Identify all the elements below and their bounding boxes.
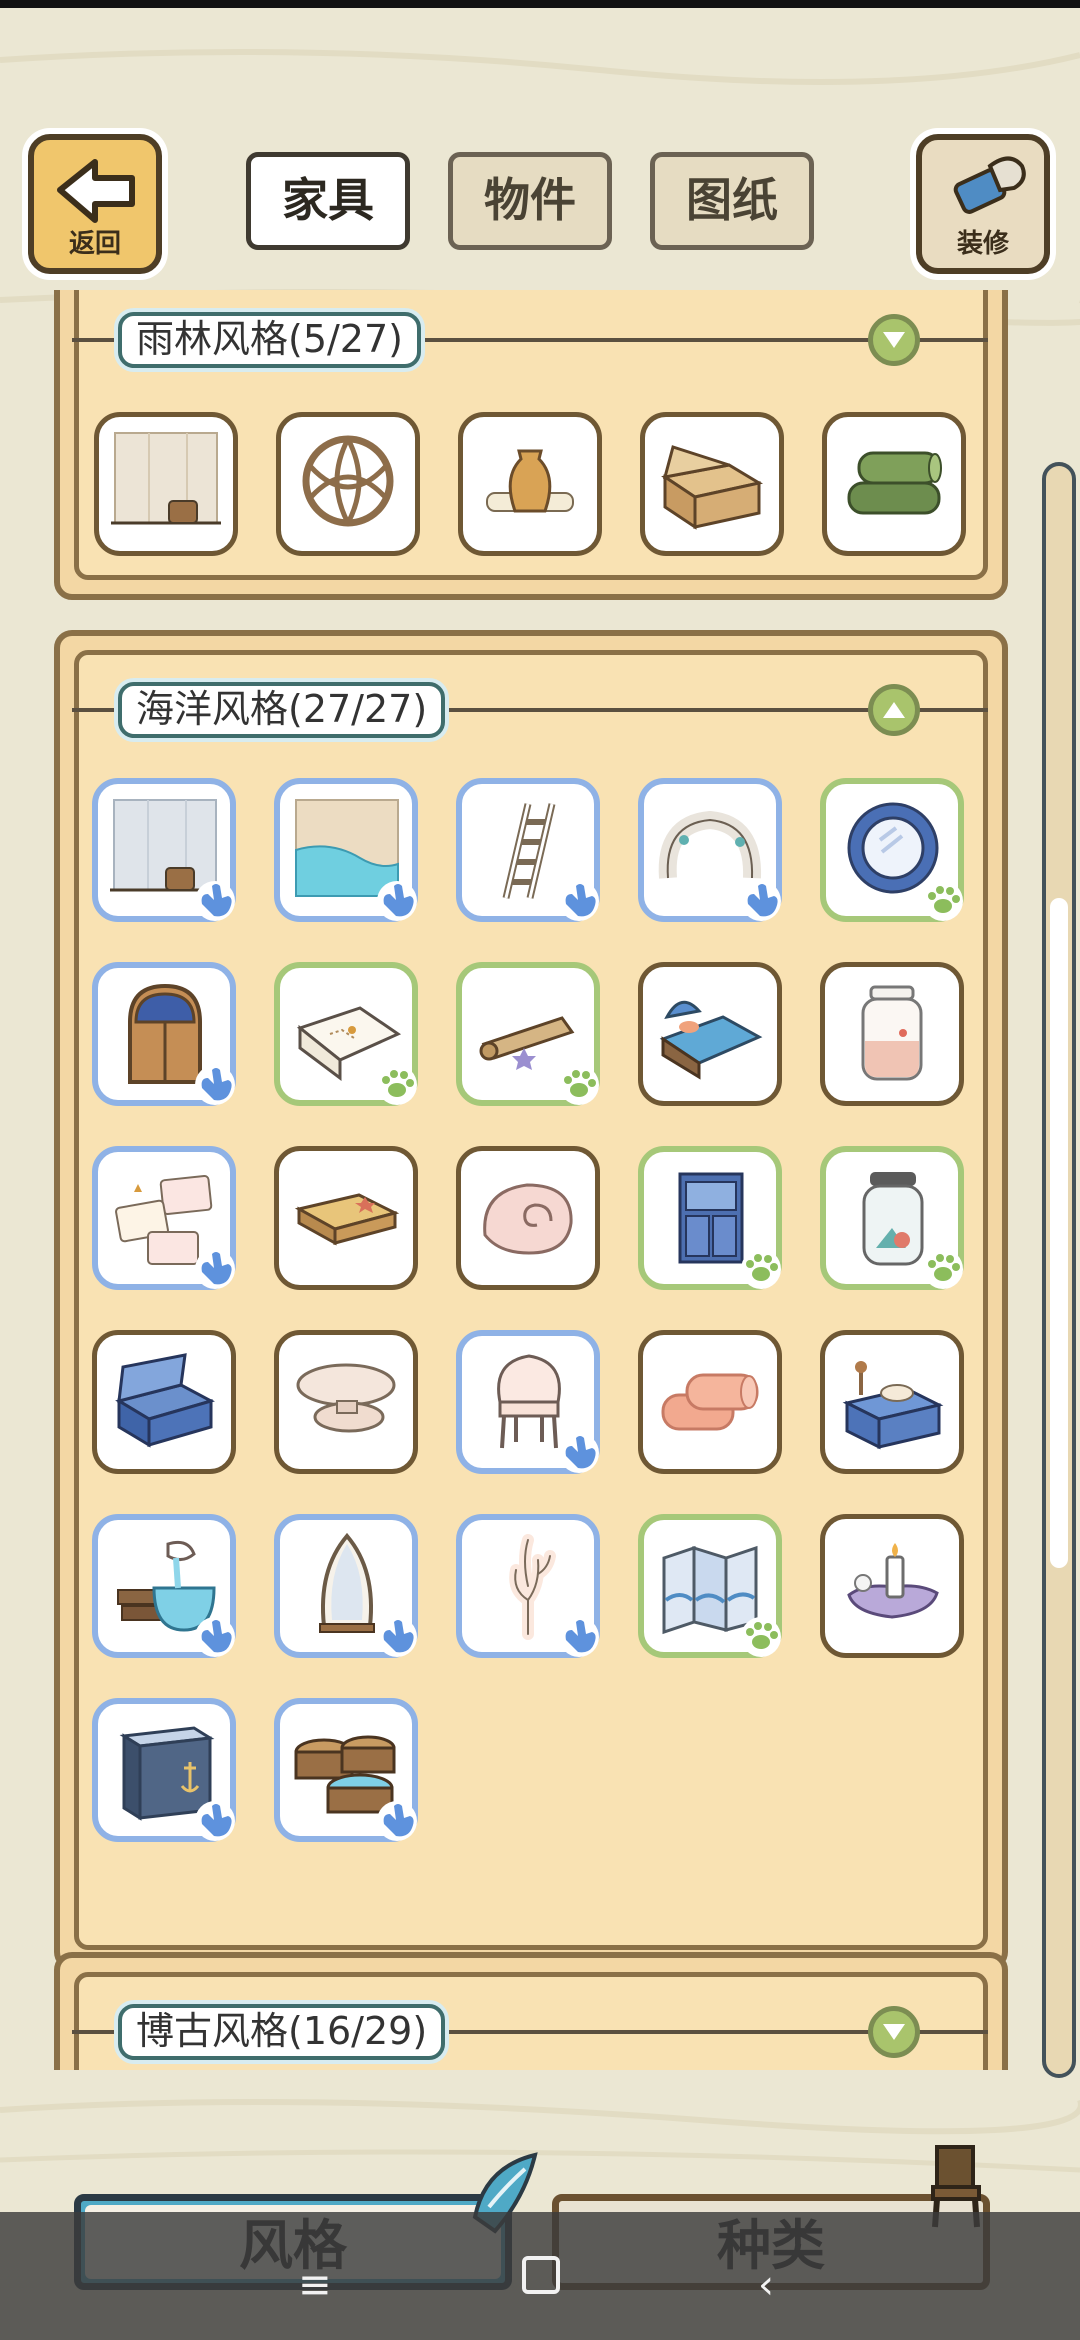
ocean-item-17[interactable] xyxy=(274,1330,418,1474)
decorate-label: 装修 xyxy=(956,229,1009,259)
tab-furniture[interactable]: 家具 xyxy=(246,152,410,250)
ocean-collapse-toggle[interactable] xyxy=(868,684,920,736)
ocean-item-23[interactable] xyxy=(456,1514,600,1658)
hand-pointer-icon xyxy=(195,1065,235,1105)
woven-ball-icon xyxy=(302,435,394,527)
hand-pointer-icon xyxy=(377,1801,417,1841)
ocean-item-22[interactable] xyxy=(274,1514,418,1658)
ocean-item-12[interactable] xyxy=(274,1146,418,1290)
scrollbar-thumb[interactable] xyxy=(1050,898,1068,1568)
antique-title: 博古风格(16/29) xyxy=(118,2004,446,2060)
ocean-item-7[interactable] xyxy=(274,962,418,1106)
ocean-item-15[interactable] xyxy=(820,1146,964,1290)
rainforest-item-3[interactable] xyxy=(458,412,602,556)
hand-pointer-icon xyxy=(559,881,599,921)
ocean-item-18[interactable] xyxy=(456,1330,600,1474)
rolled-towels-icon xyxy=(661,1373,759,1431)
ocean-item-10[interactable] xyxy=(820,962,964,1106)
ocean-item-21[interactable] xyxy=(92,1514,236,1658)
ocean-item-25[interactable] xyxy=(820,1514,964,1658)
tab-blueprints[interactable]: 图纸 xyxy=(650,152,814,250)
ocean-item-11[interactable] xyxy=(92,1146,236,1290)
status-bar xyxy=(0,0,1080,8)
rainforest-item-1[interactable] xyxy=(94,412,238,556)
ocean-title: 海洋风格(27/27) xyxy=(118,682,446,738)
nautilus-shell-icon xyxy=(483,1183,573,1255)
ocean-item-24[interactable] xyxy=(638,1514,782,1658)
ocean-item-6[interactable] xyxy=(92,962,236,1106)
back-button[interactable]: 返回 xyxy=(28,134,162,274)
ocean-item-8[interactable] xyxy=(456,962,600,1106)
ocean-item-1[interactable] xyxy=(92,778,236,922)
ocean-item-20[interactable] xyxy=(820,1330,964,1474)
chevron-up-icon xyxy=(883,702,905,718)
paw-print-icon xyxy=(559,1065,599,1105)
hand-pointer-icon xyxy=(559,1433,599,1473)
back-nav-icon[interactable]: ‹ xyxy=(758,2262,774,2308)
antique-expand-toggle[interactable] xyxy=(868,2006,920,2058)
low-table-icon xyxy=(294,1193,400,1246)
ocean-item-26[interactable] xyxy=(92,1698,236,1842)
ocean-item-13[interactable] xyxy=(456,1146,600,1290)
sand-jar-icon xyxy=(861,985,923,1081)
shell-bed-icon xyxy=(659,1000,763,1080)
chevron-down-icon xyxy=(883,2024,905,2040)
candle-shell-icon xyxy=(847,1543,939,1619)
ocean-item-16[interactable] xyxy=(92,1330,236,1474)
rainforest-title: 雨林风格(5/27) xyxy=(118,312,421,368)
paint-brush-icon xyxy=(953,156,1026,214)
chevron-down-icon xyxy=(883,332,905,348)
hand-pointer-icon xyxy=(195,1801,235,1841)
rainforest-expand-toggle[interactable] xyxy=(868,314,920,366)
paw-print-icon xyxy=(377,1065,417,1105)
ocean-item-2[interactable] xyxy=(274,778,418,922)
wooden-wall-icon xyxy=(111,432,221,525)
back-arrow-icon xyxy=(57,159,135,223)
hand-pointer-icon xyxy=(195,881,235,921)
ocean-item-5[interactable] xyxy=(820,778,964,922)
ocean-item-19[interactable] xyxy=(638,1330,782,1474)
ocean-item-14[interactable] xyxy=(638,1146,782,1290)
back-label: 返回 xyxy=(68,229,121,259)
ocean-item-4[interactable] xyxy=(638,778,782,922)
hand-pointer-icon xyxy=(377,881,417,921)
hand-pointer-icon xyxy=(741,881,781,921)
hand-pointer-icon xyxy=(195,1617,235,1657)
decorate-button[interactable]: 装修 xyxy=(916,134,1050,274)
ocean-item-3[interactable] xyxy=(456,778,600,922)
hand-pointer-icon xyxy=(377,1617,417,1657)
style-group-list[interactable]: 雨林风格(5/27) 海洋风格(27/27) 博古风格(16/29) xyxy=(0,290,1080,2070)
rainforest-item-4[interactable] xyxy=(640,412,784,556)
ocean-item-27[interactable] xyxy=(274,1698,418,1842)
paw-print-icon xyxy=(741,1617,781,1657)
menu-nav-icon[interactable]: ≡ xyxy=(298,2262,332,2308)
tab-objects[interactable]: 物件 xyxy=(448,152,612,250)
shell-stand-icon xyxy=(296,1363,396,1433)
ocean-item-9[interactable] xyxy=(638,962,782,1106)
paw-print-icon xyxy=(923,1249,963,1289)
paw-print-icon xyxy=(923,881,963,921)
wooden-crate-icon xyxy=(661,445,764,530)
paw-print-icon xyxy=(741,1249,781,1289)
vanity-table-icon xyxy=(842,1361,944,1450)
hand-pointer-icon xyxy=(559,1617,599,1657)
mossy-logs-icon xyxy=(847,451,942,515)
home-nav-icon[interactable] xyxy=(522,2256,560,2294)
hand-pointer-icon xyxy=(195,1249,235,1289)
clay-jar-icon xyxy=(486,449,574,513)
rainforest-item-2[interactable] xyxy=(276,412,420,556)
rainforest-item-5[interactable] xyxy=(822,412,966,556)
blue-chest-icon xyxy=(115,1353,215,1448)
